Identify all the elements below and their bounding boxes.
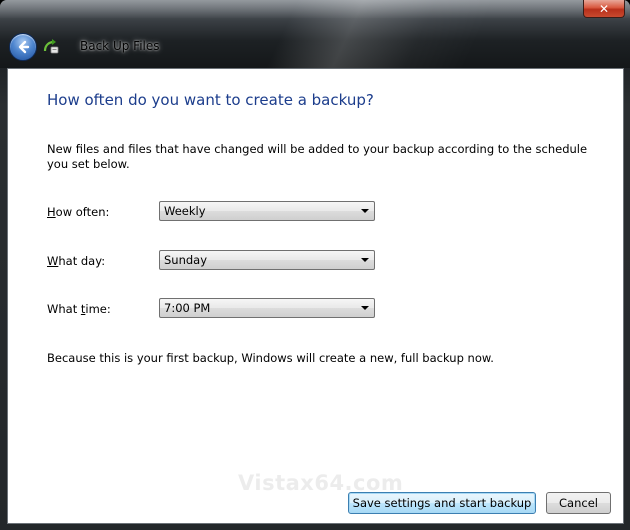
what-time-label-text: ime: — [85, 302, 111, 316]
wizard-content: How often do you want to create a backup… — [7, 68, 624, 524]
what-time-dropdown[interactable]: 7:00 PM — [159, 298, 375, 318]
how-often-dropdown[interactable]: Weekly — [159, 201, 375, 221]
chevron-down-icon — [361, 306, 369, 310]
what-day-label-text: hat day: — [58, 254, 106, 268]
what-time-value: 7:00 PM — [164, 301, 211, 315]
what-day-label-accel: W — [47, 254, 59, 268]
back-button[interactable] — [9, 33, 37, 61]
cancel-button[interactable]: Cancel — [546, 492, 611, 514]
close-button[interactable]: ✕ — [583, 0, 625, 18]
window-title: Back Up Files — [80, 39, 160, 53]
what-time-label-pre: What — [47, 302, 81, 316]
chevron-down-icon — [361, 258, 369, 262]
how-often-label-accel: H — [47, 205, 56, 219]
page-description: New files and files that have changed wi… — [47, 142, 588, 171]
close-icon: ✕ — [598, 1, 610, 16]
title-bar-highlight — [0, 0, 630, 18]
save-and-start-backup-button[interactable]: Save settings and start backup — [348, 492, 536, 514]
how-often-label-text: ow often: — [55, 205, 110, 219]
back-arrow-icon — [18, 40, 30, 54]
page-title: How often do you want to create a backup… — [47, 91, 374, 109]
backup-files-icon — [43, 39, 59, 54]
how-often-value: Weekly — [164, 204, 206, 218]
what-day-label: What day: — [47, 254, 105, 268]
how-often-label: How often: — [47, 205, 109, 219]
what-day-value: Sunday — [164, 253, 208, 267]
first-backup-note: Because this is your first backup, Windo… — [47, 351, 494, 365]
chevron-down-icon — [361, 209, 369, 213]
what-time-label: What time: — [47, 302, 111, 316]
what-day-dropdown[interactable]: Sunday — [159, 250, 375, 270]
backup-window: ✕ Back Up Files How often do you want to… — [0, 0, 630, 530]
